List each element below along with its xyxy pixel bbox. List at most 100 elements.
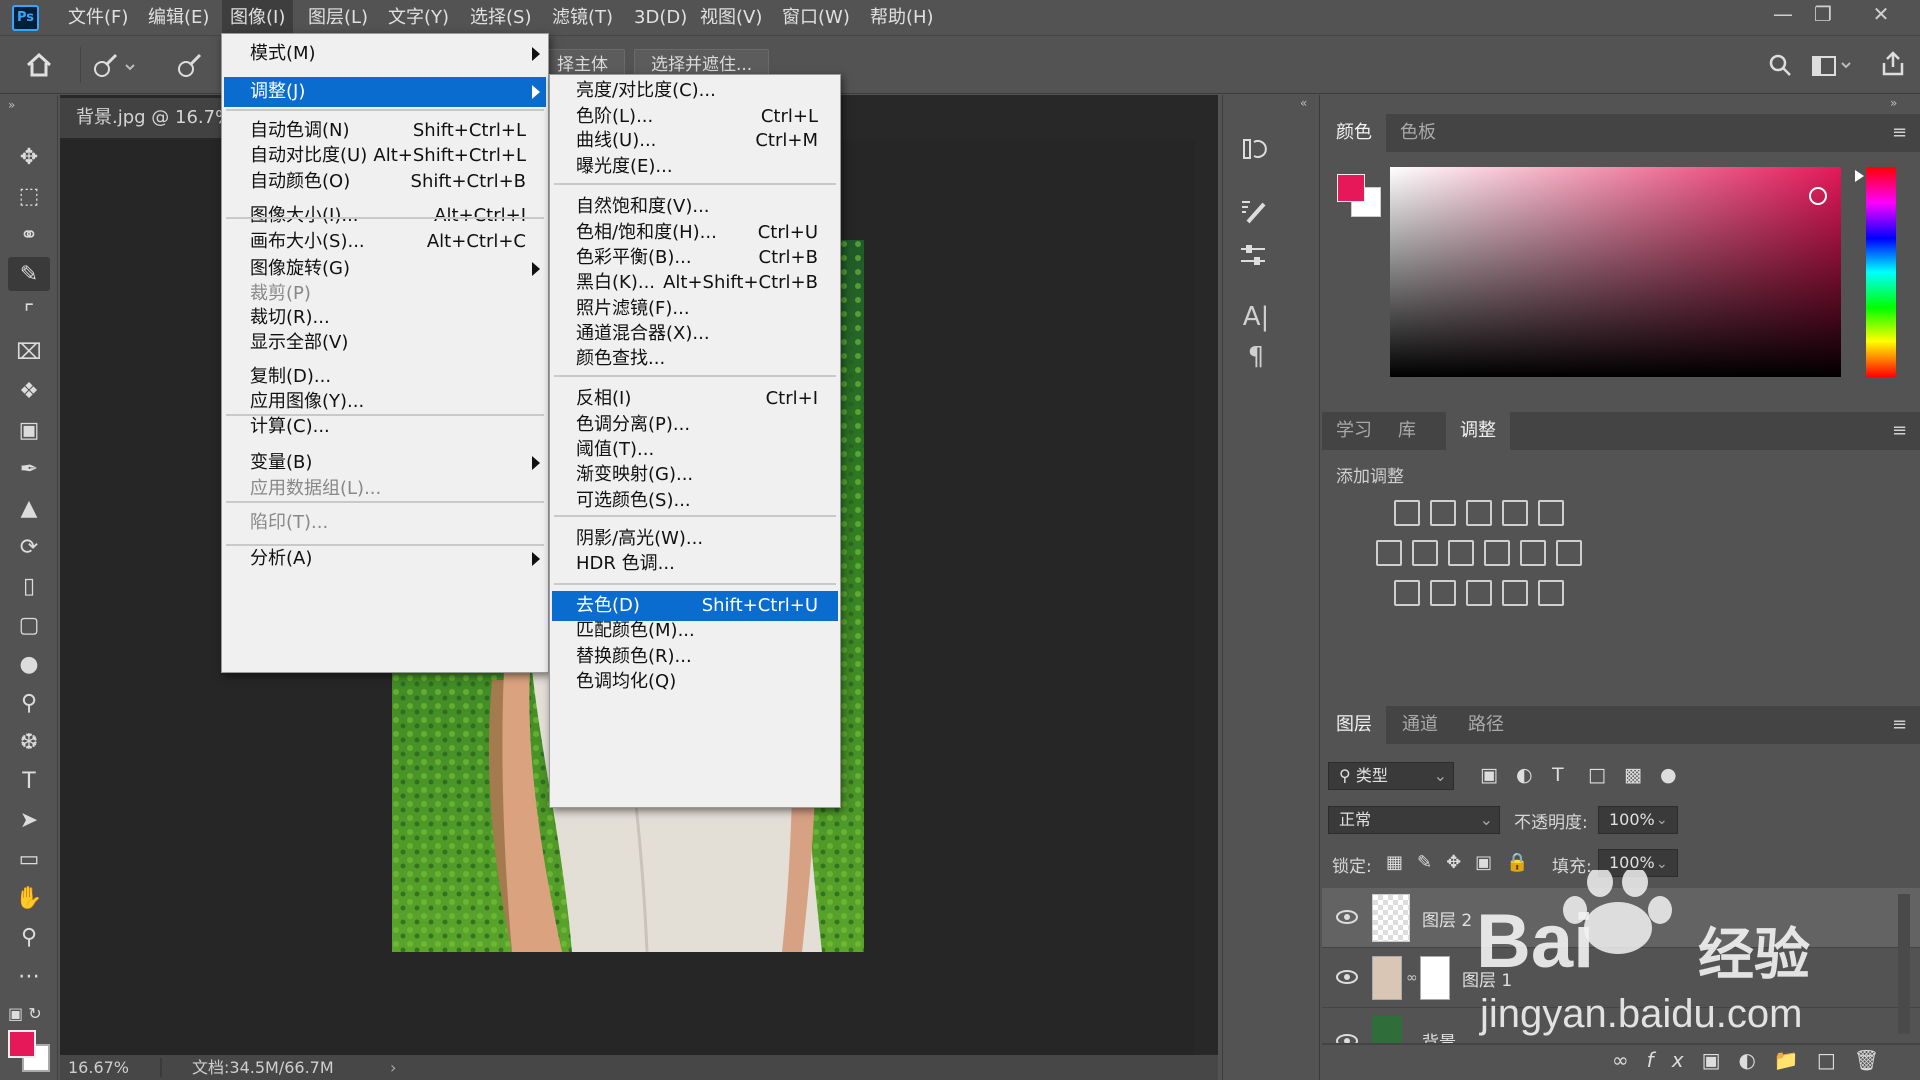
- tab-adjustments[interactable]: 调整: [1446, 412, 1510, 450]
- menu-filter[interactable]: 滤镜(T): [544, 0, 621, 36]
- levels-icon[interactable]: [1430, 500, 1456, 526]
- visibility-eye-icon[interactable]: [1336, 1034, 1358, 1043]
- tab-swatches[interactable]: 色板: [1386, 114, 1450, 152]
- color-lookup-icon[interactable]: [1556, 540, 1582, 566]
- history-brush-tool-icon[interactable]: ⟳: [8, 530, 50, 564]
- chevron-down-icon[interactable]: ⌄: [1656, 812, 1668, 828]
- hue-slider[interactable]: [1866, 167, 1896, 377]
- type-filter-icon[interactable]: T: [1552, 764, 1564, 786]
- photo-filter-icon[interactable]: [1484, 540, 1510, 566]
- blend-mode-dropdown[interactable]: 正常 ⌄: [1328, 806, 1500, 834]
- menu-image[interactable]: 图像(I): [222, 0, 294, 36]
- workspace-icon[interactable]: [1812, 55, 1852, 77]
- invert-icon[interactable]: [1394, 580, 1420, 606]
- hand-tool-icon[interactable]: ✋: [8, 881, 50, 915]
- exposure-icon[interactable]: [1502, 500, 1528, 526]
- menu-select[interactable]: 选择(S): [462, 0, 539, 36]
- layer-filter-dropdown[interactable]: ⚲ 类型 ⌄: [1328, 762, 1454, 790]
- tab-layers[interactable]: 图层: [1322, 706, 1386, 744]
- path-select-tool-icon[interactable]: ➤: [8, 803, 50, 837]
- smart-object-filter-icon[interactable]: ▩: [1624, 764, 1642, 786]
- menu-file[interactable]: 文件(F): [60, 0, 136, 36]
- lasso-tool-icon[interactable]: ⚭: [8, 218, 50, 252]
- paragraph-icon[interactable]: ¶: [1238, 342, 1274, 374]
- search-icon[interactable]: [1768, 53, 1792, 77]
- menu-window[interactable]: 窗口(W): [774, 0, 858, 36]
- shape-filter-icon[interactable]: □: [1588, 764, 1606, 786]
- brightness-icon[interactable]: [1394, 500, 1420, 526]
- selective-color-icon[interactable]: [1502, 580, 1528, 606]
- channel-mixer-icon[interactable]: [1520, 540, 1546, 566]
- posterize-icon[interactable]: [1430, 580, 1456, 606]
- zoom-level[interactable]: 16.67%: [68, 1055, 129, 1080]
- foreground-color-swatch[interactable]: [1337, 174, 1365, 202]
- menu-item-trap[interactable]: 陷印(T)...: [224, 508, 546, 538]
- menu-item-mode[interactable]: 模式(M): [224, 39, 546, 69]
- layer-name[interactable]: 图层 2: [1422, 906, 1472, 931]
- layer-actions[interactable]: ∞fx▣◐📁□🗑: [1612, 1048, 1897, 1072]
- adjustment-sliders-icon[interactable]: [1238, 240, 1274, 272]
- visibility-eye-icon[interactable]: [1336, 970, 1358, 984]
- tab-channels[interactable]: 通道: [1388, 706, 1452, 744]
- filter-toggle-icon[interactable]: ●: [1660, 764, 1677, 786]
- panel-menu-icon[interactable]: ≡: [1892, 714, 1907, 735]
- eraser-tool-icon[interactable]: ▯: [8, 569, 50, 603]
- close-icon[interactable]: ✕: [1858, 0, 1904, 30]
- menu-item-reveal-all[interactable]: 显示全部(V): [224, 328, 546, 358]
- menu-item-canvas-size[interactable]: 画布大小(S)... Alt+Ctrl+C: [224, 227, 546, 257]
- adjustment-filter-icon[interactable]: ◐: [1516, 764, 1533, 786]
- menu-item-auto-color[interactable]: 自动颜色(O) Shift+Ctrl+B: [224, 167, 546, 197]
- menu-item-equalize[interactable]: 色调均化(Q): [552, 667, 838, 697]
- blur-tool-icon[interactable]: ●: [8, 647, 50, 681]
- link-icon[interactable]: ∞: [1406, 970, 1418, 986]
- brush-settings-icon[interactable]: [1238, 196, 1274, 228]
- eyedropper-tool-icon[interactable]: ❖: [8, 374, 50, 408]
- quick-select-brush-icon[interactable]: [92, 53, 136, 79]
- home-icon[interactable]: [26, 53, 52, 77]
- menu-edit[interactable]: 编辑(E): [140, 0, 217, 36]
- color-picker-cursor[interactable]: [1809, 187, 1827, 205]
- rectangle-tool-icon[interactable]: ▭: [8, 842, 50, 876]
- menu-item-exposure[interactable]: 曝光度(E)...: [552, 152, 838, 182]
- healing-tool-icon[interactable]: ▣: [8, 413, 50, 447]
- visibility-eye-icon[interactable]: [1336, 910, 1358, 924]
- layer-name[interactable]: 背景: [1422, 1028, 1456, 1043]
- move-tool-icon[interactable]: ✥: [8, 140, 50, 174]
- gradient-map-icon[interactable]: [1538, 580, 1564, 606]
- swap-colors-icon[interactable]: ▣ ↻: [8, 1004, 42, 1023]
- share-icon[interactable]: [1880, 51, 1906, 77]
- crop-tool-icon[interactable]: ⌜: [8, 296, 50, 330]
- tab-paths[interactable]: 路径: [1454, 706, 1518, 744]
- stamp-tool-icon[interactable]: ▲: [8, 491, 50, 525]
- foreground-color-swatch[interactable]: [8, 1030, 36, 1058]
- menu-layer[interactable]: 图层(L): [300, 0, 376, 36]
- hue-sat-icon[interactable]: [1376, 540, 1402, 566]
- panel-menu-icon[interactable]: ≡: [1892, 420, 1907, 441]
- tab-libraries[interactable]: 库: [1384, 412, 1430, 450]
- pixel-filter-icon[interactable]: ▣: [1480, 764, 1498, 786]
- collapse-panels-icon[interactable]: »: [1890, 96, 1897, 110]
- menu-3d[interactable]: 3D(D): [626, 0, 695, 36]
- curves-icon[interactable]: [1466, 500, 1492, 526]
- panel-menu-icon[interactable]: ≡: [1892, 122, 1907, 143]
- menu-help[interactable]: 帮助(H): [862, 0, 942, 36]
- menu-item-color-lookup[interactable]: 颜色查找...: [552, 344, 838, 374]
- status-expand-icon[interactable]: ›: [390, 1055, 396, 1080]
- color-balance-icon[interactable]: [1412, 540, 1438, 566]
- collapse-toolbar-icon[interactable]: »: [8, 98, 15, 112]
- gradient-tool-icon[interactable]: ▢: [8, 608, 50, 642]
- zoom-tool-icon[interactable]: ⚲: [8, 920, 50, 954]
- menu-item-adjustments[interactable]: 调整(J): [224, 77, 546, 107]
- history-icon[interactable]: [1238, 134, 1274, 166]
- menu-item-selective-color[interactable]: 可选颜色(S)...: [552, 486, 838, 516]
- marquee-tool-icon[interactable]: ⬚: [8, 179, 50, 213]
- color-field[interactable]: [1390, 167, 1841, 377]
- collapse-dock-icon[interactable]: «: [1300, 96, 1307, 110]
- menu-view[interactable]: 视图(V): [692, 0, 770, 36]
- more-tools-icon[interactable]: ⋯: [8, 959, 50, 993]
- brush-tool-icon[interactable]: ✒: [8, 452, 50, 486]
- menu-item-calculations[interactable]: 计算(C)...: [224, 412, 546, 442]
- layer-mask-thumbnail[interactable]: [1420, 956, 1450, 1000]
- character-icon[interactable]: A|: [1238, 302, 1274, 334]
- menu-item-apply-data-set[interactable]: 应用数据组(L)...: [224, 474, 546, 504]
